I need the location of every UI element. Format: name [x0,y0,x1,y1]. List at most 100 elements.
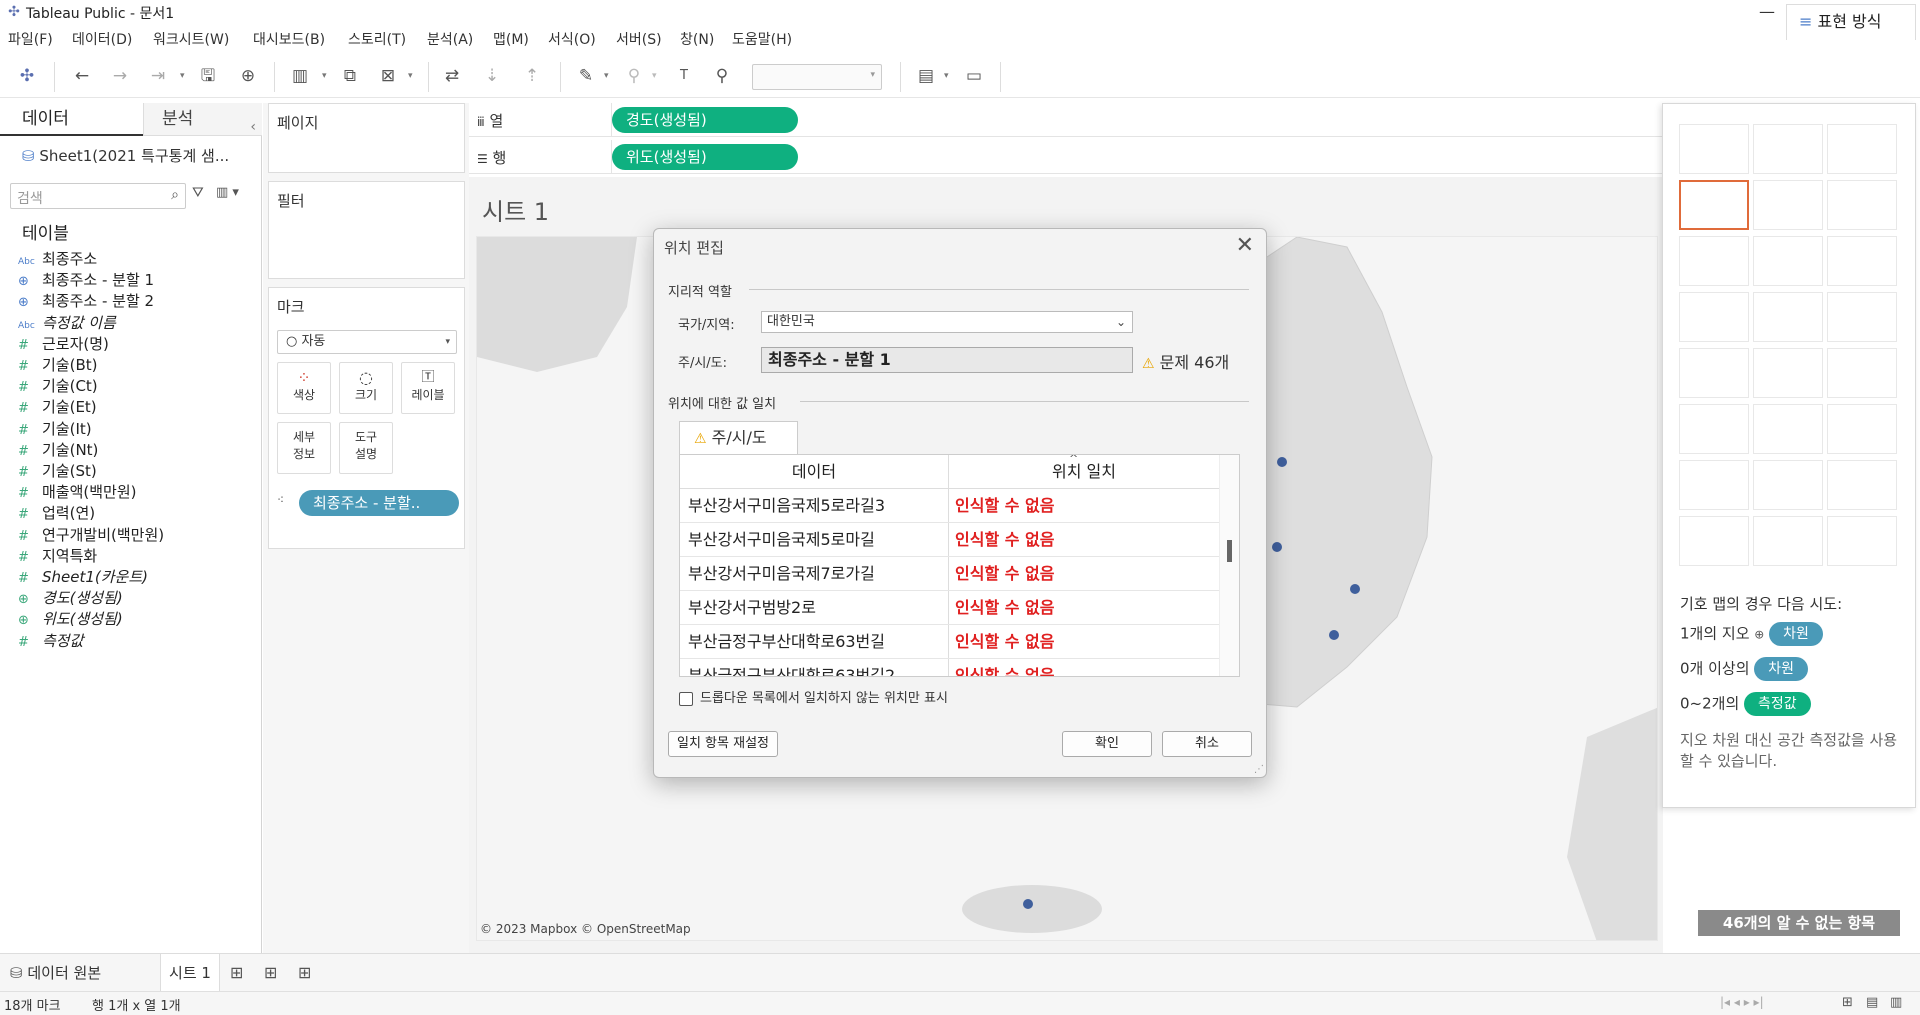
show-me-button[interactable]: ≡ 표현 방식 [1786,4,1916,40]
new-datasource-icon[interactable]: ⊕ [236,64,260,88]
new-dashboard-tab-icon[interactable]: ⊞ [264,954,277,992]
marks-detail-pill[interactable]: 최종주소 - 분할.. [299,490,459,516]
only-unmatched-checkbox[interactable]: 드롭다운 목록에서 일치하지 않는 위치만 표시 [679,687,948,706]
chart-type-stacked-bar[interactable] [1753,236,1823,286]
chart-type-scatter[interactable] [1679,460,1749,510]
replay-icon[interactable]: ⇥ [146,64,170,88]
menu-map[interactable]: 맵(M) [493,29,529,49]
menu-window[interactable]: 창(N) [680,29,714,49]
minimize-button[interactable]: — [1744,0,1790,24]
highlight-dropdown-icon[interactable]: ▾ [604,64,609,88]
tab-analysis[interactable]: 분석 ‹ [143,103,262,136]
new-story-tab-icon[interactable]: ⊞ [298,954,311,992]
search-input[interactable]: 검색 ⌕ [10,183,186,209]
cards-dropdown-icon[interactable]: ▾ [944,64,949,88]
match-row-status[interactable]: 인식할 수 없음 [955,659,1054,676]
tooltip-button[interactable]: 도구 설명 [339,422,393,474]
chart-type-circle-view[interactable] [1753,292,1823,342]
chart-type-side-by-side-circle[interactable] [1827,292,1897,342]
chart-type-treemap[interactable] [1679,292,1749,342]
menu-help[interactable]: 도움말(H) [732,29,792,49]
chart-type-highlight-table[interactable] [1827,124,1897,174]
tab-datasource[interactable]: ⛁ 데이터 원본 [10,954,101,992]
columns-pill[interactable]: 경도(생성됨) [612,107,798,133]
match-row-status[interactable]: 인식할 수 없음 [955,591,1054,625]
menu-file[interactable]: 파일(F) [8,29,53,49]
show-hide-cards-icon[interactable]: ▤ [914,64,938,88]
new-worksheet-icon[interactable]: ▥ [288,64,312,88]
match-row[interactable]: 부산강서구미음국제5로라길3 인식할 수 없음 [680,489,1220,523]
country-dropdown[interactable]: 대한민국 ⌄ [761,311,1133,333]
view-options-icon[interactable]: ▥ ▾ [216,185,239,200]
rows-pill[interactable]: 위도(생성됨) [612,144,798,170]
match-row-status[interactable]: 인식할 수 없음 [955,523,1054,557]
sort-ascending-icon[interactable]: ⇣ [480,64,504,88]
chart-type-horizontal-bar[interactable] [1679,236,1749,286]
field-item[interactable]: # 측정값 [18,629,83,653]
redo-icon[interactable]: → [108,64,132,88]
column-header-data[interactable]: 데이터 [680,455,948,489]
match-row-status[interactable]: 인식할 수 없음 [955,557,1054,591]
tabs-view-icon[interactable]: ▥ [1890,995,1902,1010]
chart-type-line-discrete[interactable] [1753,348,1823,398]
rows-shelf[interactable]: ☰ 행 위도(생성됨) [469,140,1663,174]
new-worksheet-tab-icon[interactable]: ⊞ [230,954,243,992]
match-row[interactable]: 부산강서구범방2로 인식할 수 없음 [680,591,1220,625]
label-button[interactable]: 🅃 레이블 [401,362,455,414]
sort-descending-icon[interactable]: ⇡ [520,64,544,88]
chart-type-side-by-side-bar[interactable] [1827,236,1897,286]
group-members-icon[interactable]: ⚲ [622,64,646,88]
tab-province[interactable]: ⚠ 주/시/도 [679,421,798,455]
save-icon[interactable]: 🖫 [196,64,220,88]
tab-sheet1[interactable]: 시트 1 [160,954,220,992]
new-worksheet-dropdown-icon[interactable]: ▾ [322,64,327,88]
duplicate-sheet-icon[interactable]: ⧉ [338,64,362,88]
scrollbar-thumb[interactable] [1227,540,1232,562]
menu-server[interactable]: 서버(S) [616,29,662,49]
menu-dashboard[interactable]: 대시보드(B) [253,29,325,49]
menu-analysis[interactable]: 분석(A) [427,29,473,49]
chart-type-dual-combination[interactable] [1827,404,1897,454]
match-row-status[interactable]: 인식할 수 없음 [955,489,1054,523]
match-row[interactable]: 부산금정구부산대학로63번길 인식할 수 없음 [680,625,1220,659]
filters-shelf[interactable]: 필터 [268,181,465,279]
chart-type-box-whisker[interactable] [1827,460,1897,510]
fit-dropdown[interactable]: ▾ [752,64,882,90]
filter-icon[interactable]: ⛛ [192,185,204,201]
unknown-items-badge[interactable]: 46개의 알 수 없는 항목 [1698,910,1900,936]
match-row[interactable]: 부산강서구미음국제7로가길 인식할 수 없음 [680,557,1220,591]
clear-dropdown-icon[interactable]: ▾ [408,64,413,88]
tableau-home-icon[interactable]: ✣ [15,64,39,88]
reset-matches-button[interactable]: 일치 항목 재설정 [668,731,778,757]
pages-shelf[interactable]: 페이지 [268,103,465,173]
datasource-item[interactable]: ⛁ Sheet1(2021 특구통계 샘... [22,145,229,166]
clear-sheet-icon[interactable]: ⊠ [376,64,400,88]
pin-axes-icon[interactable]: ⚲ [710,64,734,88]
filmstrip-icon[interactable]: ▤ [1866,995,1878,1010]
chart-type-heat-map[interactable] [1753,124,1823,174]
column-header-match[interactable]: 위치 일치 [948,455,1220,489]
match-row[interactable]: 부산강서구미음국제5로마길 인식할 수 없음 [680,523,1220,557]
chart-type-dual-line[interactable] [1827,348,1897,398]
show-mark-labels-icon[interactable]: T [672,64,696,88]
menu-format[interactable]: 서식(O) [548,29,596,49]
table-scrollbar[interactable] [1219,455,1239,676]
tab-data[interactable]: 데이터 [0,103,143,136]
cancel-button[interactable]: 취소 [1162,731,1252,757]
checkbox-box[interactable] [679,691,693,706]
sheet-sorter-icon[interactable]: ⊞ [1842,995,1853,1010]
size-button[interactable]: ◌ 크기 [339,362,393,414]
highlight-icon[interactable]: ✎ [574,64,598,88]
menu-story[interactable]: 스토리(T) [348,29,406,49]
sheet-title[interactable]: 시트 1 [482,192,549,227]
collapse-pane-icon[interactable]: ‹ [250,111,256,144]
match-row[interactable]: 부산금정구부산대학로63번길2 인식할 수 없음 [680,659,1220,676]
chart-type-text-table[interactable] [1679,124,1749,174]
presentation-mode-icon[interactable]: ▭ [962,64,986,88]
menu-data[interactable]: 데이터(D) [72,29,132,49]
replay-dropdown-icon[interactable]: ▾ [180,64,185,88]
match-row-status[interactable]: 인식할 수 없음 [955,625,1054,659]
chart-type-histogram[interactable] [1753,460,1823,510]
columns-shelf[interactable]: ⅲ 열 경도(생성됨) [469,103,1663,137]
ok-button[interactable]: 확인 [1062,731,1152,757]
